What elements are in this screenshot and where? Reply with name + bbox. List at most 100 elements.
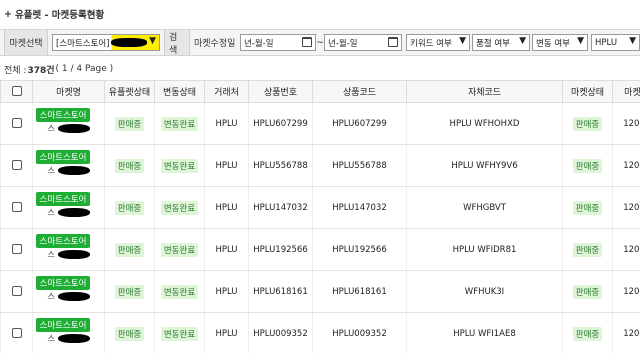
row-checkbox[interactable]: [11, 160, 22, 171]
market-cell: 스마트스토어 스: [32, 144, 105, 187]
vendor-select[interactable]: HPLU ▼: [591, 34, 640, 51]
uplet-status-cell: 판매중: [104, 186, 155, 229]
row-checkbox[interactable]: [11, 118, 22, 129]
change-select[interactable]: 변동 여부 ▼: [532, 34, 588, 51]
market-sub-label: 스: [47, 292, 55, 301]
market-select[interactable]: [스마트스토어] ▼: [52, 34, 160, 51]
status-badge: 변동완료: [160, 284, 199, 299]
market-cell: 스마트스토어 스: [32, 228, 105, 271]
own-code-cell: WFHUK3I: [406, 270, 563, 313]
change-status-cell: 변동완료: [154, 144, 205, 187]
market-name: 스마트스토어 스: [34, 232, 104, 264]
date-from-input[interactable]: 년-월-일: [240, 34, 316, 51]
redaction-mark: [57, 250, 90, 259]
calendar-icon[interactable]: [388, 37, 398, 47]
market-status-cell: 판매중: [562, 228, 613, 271]
uplet-status-cell: 판매중: [104, 270, 155, 313]
row-checkbox[interactable]: [11, 202, 22, 213]
market-status-cell: 판매중: [562, 312, 613, 353]
column-header[interactable]: 마켓상: [612, 80, 640, 103]
vendor-cell: HPLU: [204, 228, 249, 271]
status-badge: 판매중: [572, 200, 603, 215]
date-label: 마켓수정일: [194, 39, 236, 49]
change-select-value: 변동 여부: [536, 38, 570, 49]
column-header[interactable]: 거래처: [204, 80, 249, 103]
market-name: 스마트스토어 스: [34, 274, 104, 306]
own-code-cell: HPLU WFI1AE8: [406, 312, 563, 353]
product-no-cell: HPLU147032: [248, 186, 313, 229]
page-title: 유플렛 - 마켓등록현황: [14, 10, 105, 21]
row-checkbox[interactable]: [11, 328, 22, 339]
status-badge: 변동완료: [160, 326, 199, 341]
row-select-cell[interactable]: [0, 102, 33, 145]
row-select-cell[interactable]: [0, 228, 33, 271]
row-checkbox[interactable]: [11, 286, 22, 297]
chevron-down-icon: ▼: [149, 36, 156, 46]
column-header[interactable]: 자체코드: [406, 80, 563, 103]
market-name: 스마트스토어스: [34, 316, 104, 348]
column-header[interactable]: 마켓명: [32, 80, 105, 103]
status-badge: 판매중: [114, 200, 145, 215]
market-name: 스마트스토어 스: [34, 148, 104, 180]
market-status-cell: 판매중: [562, 102, 613, 145]
vendor-cell: HPLU: [204, 144, 249, 187]
market-no-cell: 12049: [612, 228, 640, 271]
calendar-icon[interactable]: [302, 37, 312, 47]
market-sub-label: 스: [47, 124, 55, 133]
column-header[interactable]: 상품코드: [312, 80, 407, 103]
product-code-cell: HPLU618161: [312, 270, 407, 313]
row-checkbox[interactable]: [11, 244, 22, 255]
column-header[interactable]: 유플렛상태: [104, 80, 155, 103]
market-no-cell: 12049: [612, 102, 640, 145]
row-select-cell[interactable]: [0, 312, 33, 353]
product-no-cell: HPLU607299: [248, 102, 313, 145]
select-all-cell[interactable]: [0, 80, 33, 103]
status-badge: 판매중: [572, 242, 603, 257]
chevron-down-icon: ▼: [629, 36, 636, 46]
market-sub-label: 스: [47, 250, 55, 259]
record-count: 전체 : 378건 ( 1 / 4 Page ): [4, 62, 113, 76]
vendor-cell: HPLU: [204, 102, 249, 145]
market-cell: 스마트스토어 스: [32, 102, 105, 145]
soldout-select[interactable]: 품절 여부 ▼: [472, 34, 530, 51]
status-badge: 판매중: [114, 116, 145, 131]
row-select-cell[interactable]: [0, 144, 33, 187]
market-badge: 스마트스토어: [35, 318, 91, 332]
own-code-cell: WFHGBVT: [406, 186, 563, 229]
vendor-cell: HPLU: [204, 186, 249, 229]
column-header[interactable]: 변동상태: [154, 80, 205, 103]
chevron-down-icon: ▼: [459, 36, 466, 46]
market-status-cell: 판매중: [562, 270, 613, 313]
market-sub-label: 스: [47, 334, 55, 343]
count-prefix: 전체 :: [4, 65, 27, 76]
keyword-select[interactable]: 키워드 여부 ▼: [406, 34, 470, 51]
date-to-input[interactable]: 년-월-일: [324, 34, 402, 51]
product-no-cell: HPLU009352: [248, 312, 313, 353]
own-code-cell: HPLU WFIDR81: [406, 228, 563, 271]
redaction-mark: [111, 38, 147, 47]
redaction-mark: [57, 208, 90, 217]
status-badge: 변동완료: [160, 242, 199, 257]
table-row[interactable]: 스마트스토어 스 판매중 변동완료 HPLU HPLU147032 HPLU147032 WF…: [0, 186, 640, 229]
market-no-cell: 12049: [612, 144, 640, 187]
date-to-placeholder: 년-월-일: [328, 38, 358, 49]
row-select-cell[interactable]: [0, 270, 33, 313]
market-select-label: 마켓선택: [4, 30, 48, 55]
market-sub-label: 스: [47, 166, 55, 175]
table-row[interactable]: 스마트스토어 스 판매중 변동완료 HPLU HPLU556788 HPLU556788 HP…: [0, 144, 640, 187]
uplet-status-cell: 판매중: [104, 228, 155, 271]
table-row[interactable]: 스마트스토어 스 판매중 변동완료 HPLU HPLU607299 HPLU607299 HP…: [0, 102, 640, 145]
column-header[interactable]: 상품번호: [248, 80, 313, 103]
column-header[interactable]: 마켓상태: [562, 80, 613, 103]
table-row[interactable]: 스마트스토어 스 판매중 변동완료 HPLU HPLU192566 HPLU192566 HP…: [0, 228, 640, 271]
bullet-icon: +: [4, 8, 12, 20]
market-status-cell: 판매중: [562, 144, 613, 187]
status-badge: 판매중: [114, 158, 145, 173]
change-status-cell: 변동완료: [154, 228, 205, 271]
table-row[interactable]: 스마트스토어 스 판매중 변동완료 HPLU HPLU009352 HPLU009352 HP…: [0, 312, 640, 353]
own-code-cell: HPLU WFHOHXD: [406, 102, 563, 145]
vendor-cell: HPLU: [204, 312, 249, 353]
row-select-cell[interactable]: [0, 186, 33, 229]
table-row[interactable]: 스마트스토어 스 판매중 변동완료 HPLU HPLU618161 HPLU618161 WF…: [0, 270, 640, 313]
select-all-checkbox[interactable]: [11, 86, 22, 97]
